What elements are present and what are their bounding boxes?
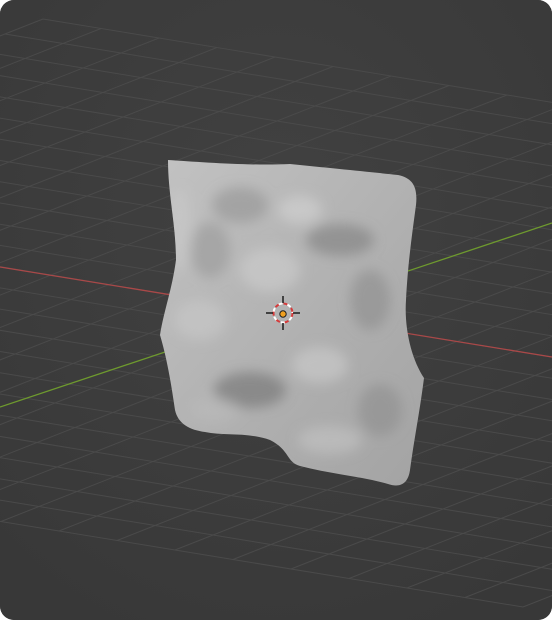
object-origin-icon: [279, 310, 287, 318]
3d-viewport[interactable]: [0, 0, 552, 620]
